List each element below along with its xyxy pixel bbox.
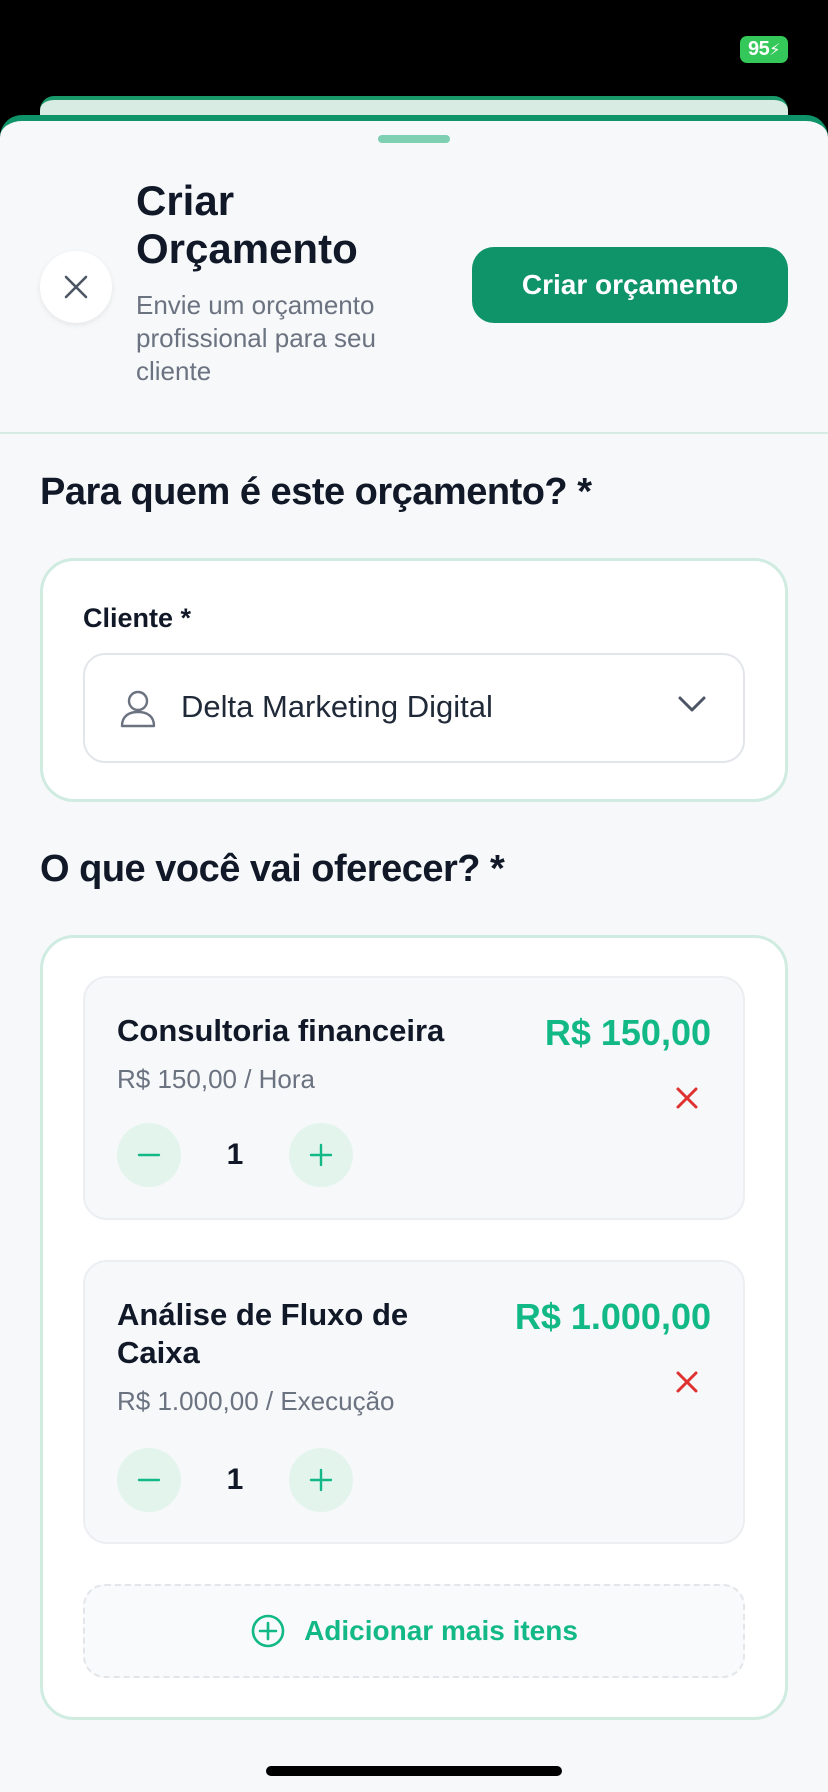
plus-icon: [309, 1468, 333, 1492]
add-more-items-label: Adicionar mais itens: [304, 1615, 578, 1646]
client-field-label: Cliente *: [83, 603, 192, 633]
plus-circle-icon: [251, 1614, 285, 1648]
plus-icon: [309, 1143, 333, 1167]
client-select-value: Delta Marketing Digital: [181, 689, 493, 724]
battery-indicator: 95 ⚡: [740, 36, 788, 63]
remove-item-icon[interactable]: [675, 1086, 699, 1110]
create-quote-button[interactable]: Criar orçamento: [472, 247, 788, 323]
add-more-items-button[interactable]: Adicionar mais itens: [83, 1584, 745, 1678]
remove-item-icon[interactable]: [675, 1370, 699, 1394]
item-name: Análise de Fluxo de Caixa: [117, 1297, 409, 1370]
item-unit-price: R$ 150,00 / Hora: [117, 1064, 316, 1094]
client-select[interactable]: Delta Marketing Digital: [83, 653, 745, 763]
close-button[interactable]: [40, 251, 112, 323]
minus-icon: [137, 1153, 161, 1157]
decrease-quantity-button[interactable]: [117, 1123, 181, 1187]
increase-quantity-button[interactable]: [289, 1448, 353, 1512]
client-section-title: Para quem é este orçamento? *: [40, 471, 592, 513]
create-quote-sheet: Criar Orçamento Envie um orçamento profi…: [0, 115, 828, 1792]
quote-item: Consultoria financeira R$ 150,00 R$ 150,…: [83, 976, 745, 1220]
item-total: R$ 1.000,00: [514, 1296, 711, 1337]
item-unit-price: R$ 1.000,00 / Execução: [117, 1386, 395, 1416]
item-total: R$ 150,00: [544, 1012, 711, 1053]
page-subtitle: Envie um orçamento profissional para seu…: [136, 290, 376, 386]
items-section-title: O que você vai oferecer? *: [40, 848, 505, 890]
quote-item: Análise de Fluxo de Caixa R$ 1.000,00 R$…: [83, 1260, 745, 1544]
item-name: Consultoria financeira: [117, 1013, 445, 1048]
charging-bolt-icon: ⚡: [769, 41, 780, 59]
page-title: Criar Orçamento: [136, 177, 358, 272]
minus-icon: [137, 1478, 161, 1482]
client-card: Cliente * Delta Marketing Digital: [40, 558, 788, 802]
battery-level: 95: [748, 38, 770, 60]
person-icon: [120, 690, 156, 728]
home-indicator: [266, 1766, 562, 1776]
item-quantity: 1: [226, 1138, 244, 1171]
chevron-down-icon: [678, 696, 706, 712]
item-quantity: 1: [226, 1463, 244, 1496]
close-icon: [64, 275, 88, 299]
increase-quantity-button[interactable]: [289, 1123, 353, 1187]
sheet-header: Criar Orçamento Envie um orçamento profi…: [0, 121, 828, 434]
status-bar: 95 ⚡: [0, 0, 828, 100]
decrease-quantity-button[interactable]: [117, 1448, 181, 1512]
items-card: Consultoria financeira R$ 150,00 R$ 150,…: [40, 935, 788, 1720]
